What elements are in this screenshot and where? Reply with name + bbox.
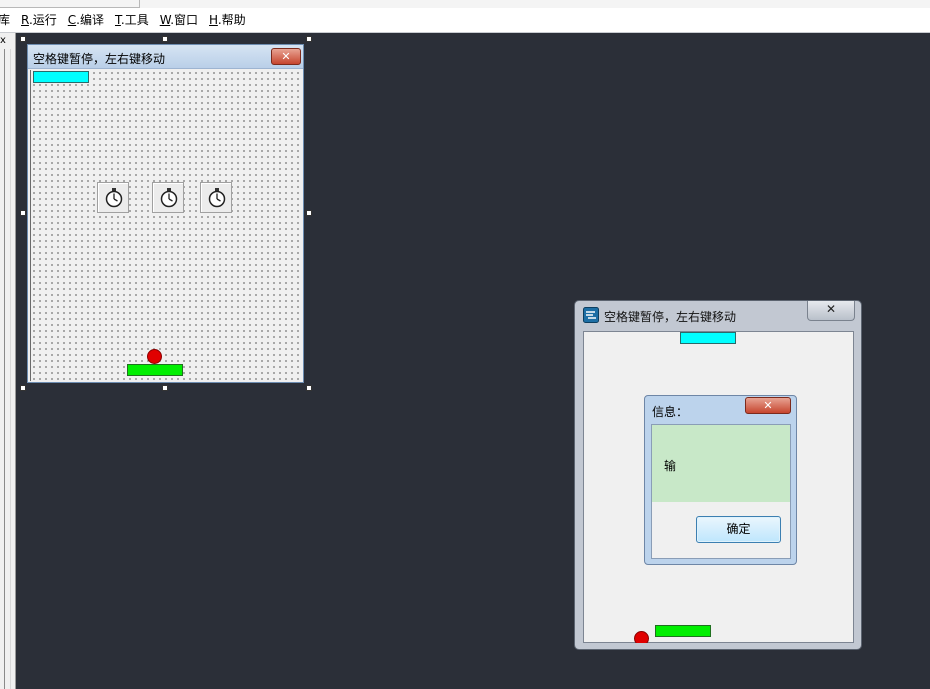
message-dialog[interactable]: 信息： ✕ 输 确定	[644, 395, 797, 565]
ball-shape[interactable]	[147, 349, 162, 364]
panel-close-button[interactable]: x	[0, 35, 6, 46]
ball	[634, 631, 649, 643]
left-panel: x	[0, 33, 16, 689]
menu-window[interactable]: W.窗口	[160, 12, 198, 30]
menu-tools[interactable]: T.工具	[115, 12, 149, 30]
menu-help[interactable]: H.帮助	[209, 12, 246, 30]
dialog-body: 输 确定	[651, 424, 791, 559]
resize-handle-w[interactable]	[20, 210, 26, 216]
timer-control-3[interactable]	[200, 182, 232, 213]
stopwatch-icon	[208, 188, 226, 208]
resize-handle-n[interactable]	[162, 36, 168, 42]
top-paddle	[680, 332, 736, 344]
designer-title: 空格键暂停，左右键移动	[33, 52, 166, 66]
run-window-close-button[interactable]: ✕	[807, 301, 855, 321]
dialog-message-area: 输	[652, 425, 790, 502]
menu-library[interactable]: 库	[0, 12, 10, 30]
tab-strip	[0, 0, 930, 8]
dialog-message: 输	[664, 459, 677, 473]
top-paddle-shape[interactable]	[33, 71, 89, 83]
stopwatch-icon	[105, 188, 123, 208]
run-window-titlebar: 空格键暂停，左右键移动 ✕	[575, 301, 861, 330]
ok-button[interactable]: 确定	[696, 516, 781, 543]
ball-circle	[634, 631, 649, 643]
stopwatch-icon	[160, 188, 178, 208]
app-icon	[583, 307, 599, 323]
resize-handle-s[interactable]	[162, 385, 168, 391]
designer-form[interactable]: 空格键暂停，左右键移动 ✕	[27, 44, 304, 383]
resize-handle-ne[interactable]	[306, 36, 312, 42]
resize-handle-se[interactable]	[306, 385, 312, 391]
bottom-paddle-shape[interactable]	[127, 364, 183, 376]
menu-compile[interactable]: C.编译	[68, 12, 104, 30]
timer-control-2[interactable]	[152, 182, 184, 213]
dialog-title: 信息：	[652, 405, 689, 419]
designer-canvas[interactable]	[30, 70, 301, 381]
menu-run[interactable]: R.运行	[21, 12, 57, 30]
panel-scrollbar[interactable]	[4, 49, 11, 689]
timer-control-1[interactable]	[97, 182, 129, 213]
resize-handle-sw[interactable]	[20, 385, 26, 391]
designer-titlebar: 空格键暂停，左右键移动 ✕	[28, 45, 303, 69]
menu-items: 库 R.运行 C.编译 T.工具 W.窗口 H.帮助	[0, 12, 257, 30]
resize-handle-e[interactable]	[306, 210, 312, 216]
designer-close-button[interactable]: ✕	[271, 48, 301, 65]
menu-bar: 库 R.运行 C.编译 T.工具 W.窗口 H.帮助	[0, 0, 930, 33]
dialog-close-button[interactable]: ✕	[745, 397, 791, 414]
resize-handle-nw[interactable]	[20, 36, 26, 42]
tab-edge	[0, 0, 140, 8]
run-window-title: 空格键暂停，左右键移动	[604, 310, 737, 324]
bottom-paddle	[655, 625, 711, 637]
